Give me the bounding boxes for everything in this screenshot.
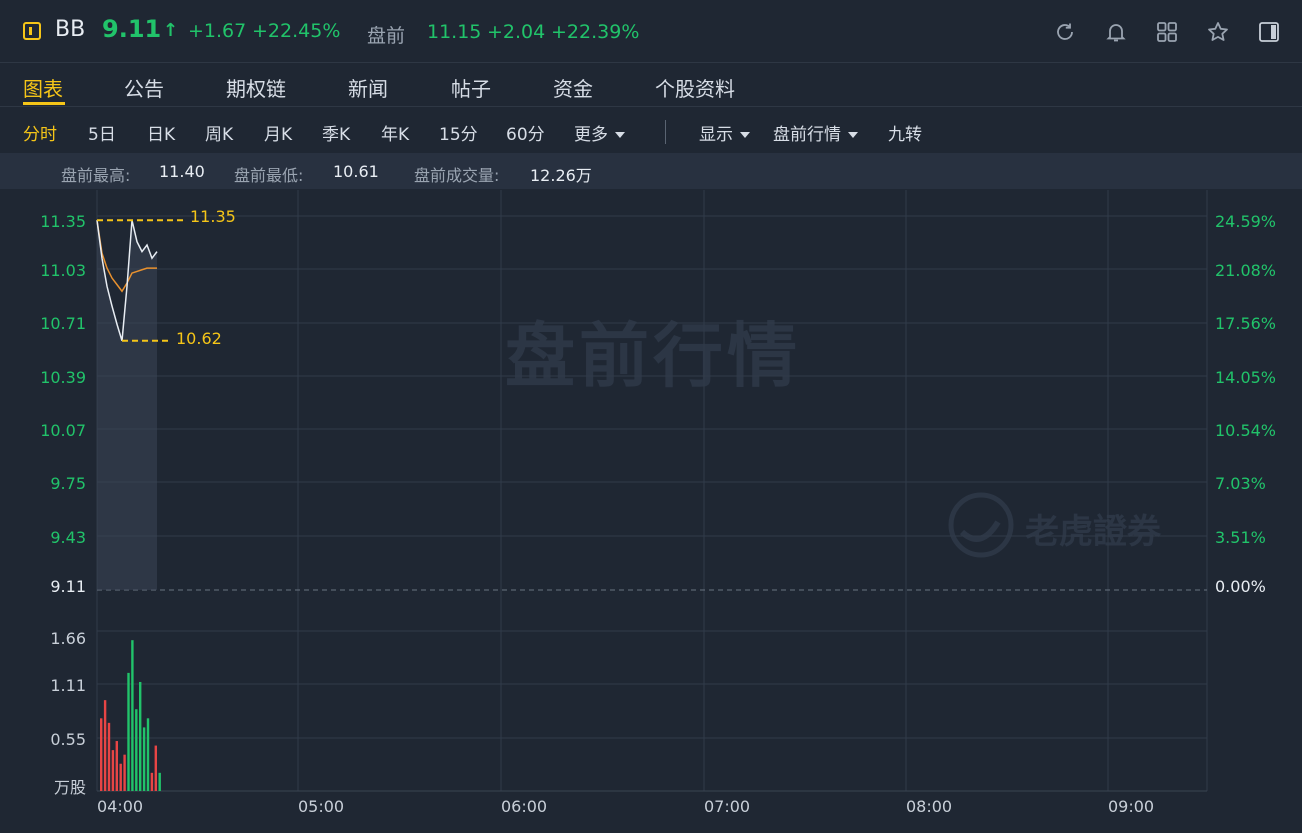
volume-bar xyxy=(103,700,107,791)
volume-bar xyxy=(115,741,118,791)
volume-bar xyxy=(119,763,122,791)
price-tick: 9.75 xyxy=(50,474,86,493)
time-tick: 08:00 xyxy=(906,797,953,816)
volume-bar xyxy=(146,718,150,791)
volume-tick: 1.11 xyxy=(50,676,86,695)
pct-tick: 14.05% xyxy=(1215,368,1277,387)
pct-tick: 17.56% xyxy=(1215,314,1277,333)
pct-tick: 7.03% xyxy=(1215,474,1266,493)
volume-bar xyxy=(107,722,111,791)
pct-tick-base: 0.00% xyxy=(1215,577,1266,596)
price-tick: 10.39 xyxy=(40,368,86,387)
volume-bar xyxy=(131,640,134,791)
time-tick: 04:00 xyxy=(97,797,144,816)
max-price-label: 11.35 xyxy=(190,207,236,226)
volume-tick: 0.55 xyxy=(50,730,86,749)
pct-tick: 21.08% xyxy=(1215,261,1277,280)
volume-tick: 1.66 xyxy=(50,629,86,648)
volume-bar xyxy=(142,727,146,791)
volume-bar xyxy=(111,750,115,791)
volume-bar xyxy=(150,772,154,791)
time-tick: 07:00 xyxy=(704,797,751,816)
time-tick: 09:00 xyxy=(1108,797,1155,816)
price-tick: 9.43 xyxy=(50,528,86,547)
volume-bar xyxy=(127,672,130,791)
price-tick: 11.35 xyxy=(40,212,86,231)
pct-tick: 24.59% xyxy=(1215,212,1277,231)
price-area xyxy=(97,220,157,590)
volume-bar xyxy=(158,772,161,791)
time-tick: 05:00 xyxy=(298,797,345,816)
volume-bar xyxy=(100,718,103,791)
volume-bar xyxy=(139,681,142,791)
price-tick: 11.03 xyxy=(40,261,86,280)
pct-tick: 3.51% xyxy=(1215,528,1266,547)
price-tick: 10.71 xyxy=(40,314,86,333)
volume-bar xyxy=(123,754,126,791)
min-price-label: 10.62 xyxy=(176,329,222,348)
volume-bar xyxy=(135,709,138,791)
time-tick: 06:00 xyxy=(501,797,548,816)
pct-tick: 10.54% xyxy=(1215,421,1277,440)
volume-unit: 万股 xyxy=(53,778,86,797)
volume-bar xyxy=(154,745,157,791)
price-tick-base: 9.11 xyxy=(50,577,86,596)
price-tick: 10.07 xyxy=(40,421,86,440)
price-chart[interactable] xyxy=(0,0,1302,833)
